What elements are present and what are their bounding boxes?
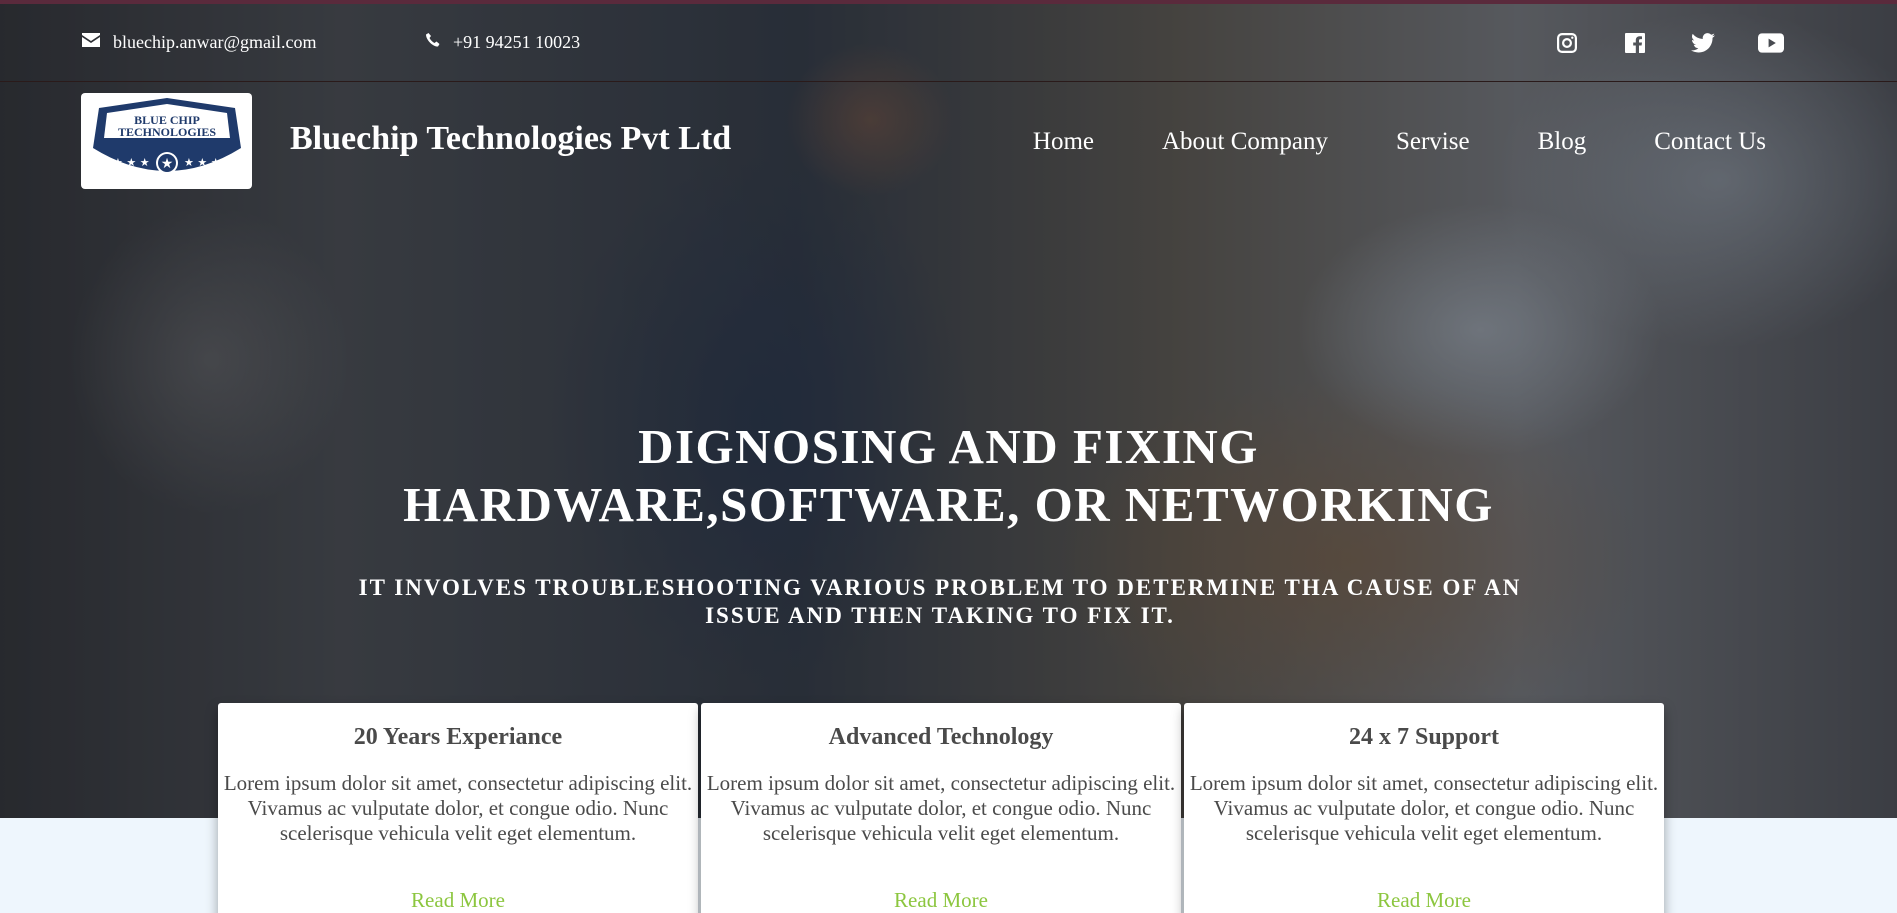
brand-name[interactable]: Bluechip Technologies Pvt Ltd	[290, 120, 731, 158]
nav-blog[interactable]: Blog	[1538, 128, 1587, 156]
hero-background-image	[0, 0, 1897, 818]
phone-contact[interactable]: +91 94251 10023	[425, 32, 580, 53]
hero-overlay	[0, 0, 1897, 818]
read-more-link[interactable]: Read More	[894, 888, 988, 913]
card-text: Lorem ipsum dolor sit amet, consectetur …	[706, 771, 1176, 845]
card-title: Advanced Technology	[828, 724, 1054, 750]
facebook-icon[interactable]	[1622, 30, 1648, 56]
logo-stars-left-icon: ★ ★ ★	[113, 156, 150, 169]
hero-headline: DIGNOSING AND FIXING HARDWARE,SOFTWARE, …	[0, 418, 1897, 534]
read-more-link[interactable]: Read More	[1377, 888, 1471, 913]
feature-card: 24 x 7 Support Lorem ipsum dolor sit ame…	[1184, 703, 1664, 913]
hero-headline-line2: HARDWARE,SOFTWARE, OR NETWORKING	[403, 477, 1494, 532]
logo-line2: TECHNOLOGIES	[117, 125, 215, 139]
card-title: 20 Years Experiance	[353, 724, 563, 750]
top-contact-bar: bluechip.anwar@gmail.com +91 94251 10023	[0, 4, 1897, 82]
company-logo[interactable]: BLUE CHIP TECHNOLOGIES ★ ★ ★ ★ ★ ★ ★	[81, 93, 252, 189]
email-text: bluechip.anwar@gmail.com	[113, 32, 317, 52]
nav-servise[interactable]: Servise	[1396, 128, 1470, 156]
youtube-icon[interactable]	[1758, 30, 1784, 56]
nav-about-company[interactable]: About Company	[1162, 128, 1328, 156]
card-title: 24 x 7 Support	[1348, 724, 1500, 750]
read-more-link[interactable]: Read More	[411, 888, 505, 913]
feature-cards: 20 Years Experiance Lorem ipsum dolor si…	[218, 703, 1664, 913]
main-nav: Home About Company Servise Blog Contact …	[1033, 128, 1766, 156]
card-text: Lorem ipsum dolor sit amet, consectetur …	[1189, 771, 1659, 845]
instagram-icon[interactable]	[1554, 30, 1580, 56]
logo-badge: BLUE CHIP TECHNOLOGIES ★ ★ ★ ★ ★ ★ ★	[92, 98, 241, 174]
nav-home[interactable]: Home	[1033, 128, 1094, 156]
feature-card: Advanced Technology Lorem ipsum dolor si…	[701, 703, 1181, 913]
nav-contact-us[interactable]: Contact Us	[1654, 128, 1766, 156]
card-text: Lorem ipsum dolor sit amet, consectetur …	[223, 771, 693, 845]
email-contact[interactable]: bluechip.anwar@gmail.com	[81, 32, 317, 53]
phone-text: +91 94251 10023	[453, 32, 581, 52]
logo-stars-right-icon: ★ ★ ★	[184, 156, 221, 169]
phone-icon	[425, 32, 441, 53]
hero-headline-line1: DIGNOSING AND FIXING	[638, 419, 1259, 474]
feature-card: 20 Years Experiance Lorem ipsum dolor si…	[218, 703, 698, 913]
logo-star-icon: ★	[160, 156, 173, 172]
envelope-icon	[81, 32, 101, 53]
social-links	[1554, 30, 1784, 56]
twitter-icon[interactable]	[1690, 30, 1716, 56]
hero-subline: IT INVOLVES TROUBLESHOOTING VARIOUS PROB…	[358, 575, 1522, 628]
